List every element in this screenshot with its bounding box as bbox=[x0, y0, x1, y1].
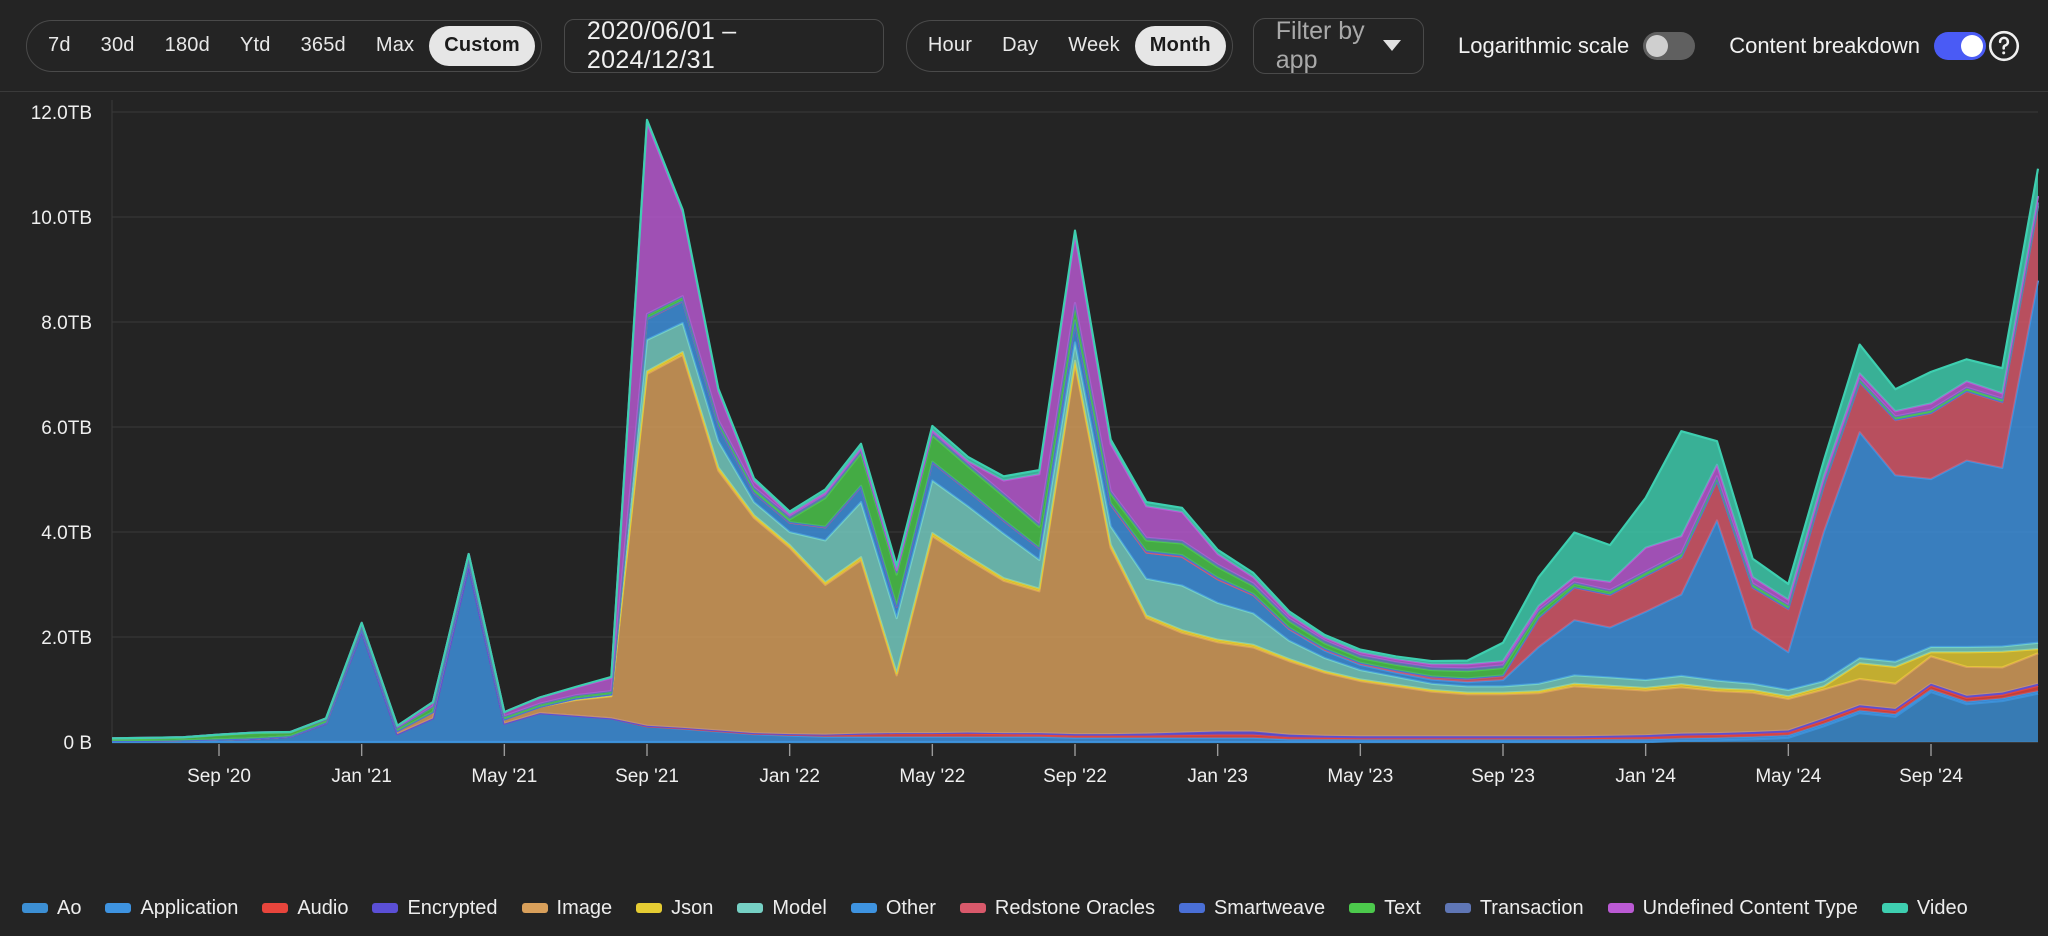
app-filter-select[interactable]: Filter by app bbox=[1253, 18, 1424, 74]
legend-item-label: Other bbox=[886, 897, 936, 920]
legend-item-label: Audio bbox=[297, 897, 348, 920]
date-range-input[interactable]: 2020/06/01 – 2024/12/31 bbox=[564, 19, 884, 73]
granularity-hour[interactable]: Hour bbox=[913, 26, 987, 66]
x-axis-tick-label: Sep '21 bbox=[615, 766, 679, 787]
legend-item-label: Smartweave bbox=[1214, 897, 1325, 920]
legend-item-smartweave[interactable]: Smartweave bbox=[1179, 897, 1325, 920]
granularity-day[interactable]: Day bbox=[987, 26, 1053, 66]
storage-area-chart[interactable]: 0 B 2.0TB 4.0TB 6.0TB 8.0TB 10.0TB 12.0TB Sep … bbox=[0, 92, 2048, 852]
legend-swatch-icon bbox=[960, 903, 986, 913]
legend-swatch-icon bbox=[522, 903, 548, 913]
x-axis-tick-label: May '24 bbox=[1755, 766, 1821, 787]
x-axis-tick-label: Sep '20 bbox=[187, 766, 251, 787]
chart-toolbar: 7d30d180dYtd365dMaxCustom 2020/06/01 – 2… bbox=[0, 0, 2048, 92]
range-preset-custom[interactable]: Custom bbox=[429, 26, 535, 66]
range-preset-30d[interactable]: 30d bbox=[86, 26, 150, 66]
legend-item-ao[interactable]: Ao bbox=[22, 897, 81, 920]
y-axis-tick-label: 8.0TB bbox=[41, 313, 92, 334]
x-axis-tick-label: May '22 bbox=[899, 766, 965, 787]
range-preset-max[interactable]: Max bbox=[361, 26, 429, 66]
legend-item-label: Redstone Oracles bbox=[995, 897, 1155, 920]
legend-item-encrypted[interactable]: Encrypted bbox=[372, 897, 497, 920]
date-range-value: 2020/06/01 – 2024/12/31 bbox=[587, 17, 861, 75]
x-axis-tick-label: Sep '24 bbox=[1899, 766, 1963, 787]
legend-swatch-icon bbox=[851, 903, 877, 913]
x-axis-tick-label: May '21 bbox=[471, 766, 537, 787]
legend-item-label: Text bbox=[1384, 897, 1421, 920]
legend-swatch-icon bbox=[372, 903, 398, 913]
y-axis-tick-label: 6.0TB bbox=[41, 418, 92, 439]
legend-item-audio[interactable]: Audio bbox=[262, 897, 348, 920]
legend-item-redstone-oracles[interactable]: Redstone Oracles bbox=[960, 897, 1155, 920]
granularity-group[interactable]: HourDayWeekMonth bbox=[906, 20, 1233, 72]
logarithmic-scale-label: Logarithmic scale bbox=[1458, 33, 1629, 59]
x-axis-tick-label: Jan '21 bbox=[331, 766, 392, 787]
legend-item-label: Undefined Content Type bbox=[1643, 897, 1858, 920]
legend-swatch-icon bbox=[1445, 903, 1471, 913]
y-axis-tick-label: 0 B bbox=[63, 733, 92, 754]
legend-swatch-icon bbox=[737, 903, 763, 913]
switch-knob bbox=[1646, 35, 1668, 57]
legend-swatch-icon bbox=[22, 903, 48, 913]
legend-swatch-icon bbox=[1349, 903, 1375, 913]
legend-swatch-icon bbox=[1179, 903, 1205, 913]
y-axis-tick-label: 2.0TB bbox=[41, 628, 92, 649]
legend-item-transaction[interactable]: Transaction bbox=[1445, 897, 1584, 920]
legend-item-label: Video bbox=[1917, 897, 1968, 920]
chevron-down-icon bbox=[1383, 40, 1401, 51]
chart-canvas: 0 B 2.0TB 4.0TB 6.0TB 8.0TB 10.0TB 12.0TB Sep … bbox=[0, 92, 2048, 852]
legend-item-undefined-content-type[interactable]: Undefined Content Type bbox=[1608, 897, 1858, 920]
content-breakdown-label: Content breakdown bbox=[1729, 33, 1920, 59]
legend-item-label: Ao bbox=[57, 897, 81, 920]
y-axis-tick-label: 4.0TB bbox=[41, 523, 92, 544]
y-axis-tick-label: 10.0TB bbox=[31, 208, 92, 229]
range-preset-ytd[interactable]: Ytd bbox=[225, 26, 286, 66]
legend-item-text[interactable]: Text bbox=[1349, 897, 1421, 920]
legend-item-image[interactable]: Image bbox=[522, 897, 613, 920]
content-breakdown-toggle-wrap: Content breakdown bbox=[1729, 32, 1986, 60]
legend-item-application[interactable]: Application bbox=[105, 897, 238, 920]
logarithmic-scale-toggle-wrap: Logarithmic scale bbox=[1458, 32, 1695, 60]
range-preset-180d[interactable]: 180d bbox=[150, 26, 225, 66]
y-axis-tick-label: 12.0TB bbox=[31, 103, 92, 124]
legend-swatch-icon bbox=[1882, 903, 1908, 913]
legend-swatch-icon bbox=[636, 903, 662, 913]
x-axis-tick-label: Jan '22 bbox=[759, 766, 820, 787]
legend-item-label: Encrypted bbox=[407, 897, 497, 920]
switch-knob bbox=[1961, 35, 1983, 57]
x-axis-ticks: Sep '20 Jan '21 May '21 Sep '21 Jan '22 May '… bbox=[187, 744, 1963, 787]
content-breakdown-switch[interactable] bbox=[1934, 32, 1986, 60]
x-axis-tick-label: Sep '22 bbox=[1043, 766, 1107, 787]
legend-item-json[interactable]: Json bbox=[636, 897, 713, 920]
chart-series-areas bbox=[112, 120, 2038, 742]
x-axis-tick-label: Jan '24 bbox=[1615, 766, 1676, 787]
legend-item-other[interactable]: Other bbox=[851, 897, 936, 920]
legend-item-label: Application bbox=[140, 897, 238, 920]
x-axis-tick-label: Jan '23 bbox=[1187, 766, 1248, 787]
granularity-week[interactable]: Week bbox=[1053, 26, 1135, 66]
granularity-month[interactable]: Month bbox=[1135, 26, 1226, 66]
logarithmic-scale-switch[interactable] bbox=[1643, 32, 1695, 60]
legend-swatch-icon bbox=[262, 903, 288, 913]
help-circle-icon[interactable] bbox=[1986, 26, 2022, 66]
legend-item-label: Json bbox=[671, 897, 713, 920]
legend-swatch-icon bbox=[105, 903, 131, 913]
legend-item-label: Model bbox=[772, 897, 826, 920]
legend-item-label: Image bbox=[557, 897, 613, 920]
range-preset-7d[interactable]: 7d bbox=[33, 26, 86, 66]
x-axis-tick-label: May '23 bbox=[1327, 766, 1393, 787]
range-preset-365d[interactable]: 365d bbox=[286, 26, 361, 66]
legend-item-model[interactable]: Model bbox=[737, 897, 826, 920]
time-range-preset-group[interactable]: 7d30d180dYtd365dMaxCustom bbox=[26, 20, 542, 72]
legend-item-video[interactable]: Video bbox=[1882, 897, 1968, 920]
legend-swatch-icon bbox=[1608, 903, 1634, 913]
x-axis-tick-label: Sep '23 bbox=[1471, 766, 1535, 787]
app-filter-placeholder: Filter by app bbox=[1276, 17, 1383, 75]
y-axis-ticks: 0 B 2.0TB 4.0TB 6.0TB 8.0TB 10.0TB 12.0TB bbox=[31, 103, 92, 754]
chart-legend[interactable]: Ao Application Audio Encrypted Image Json Mode… bbox=[0, 880, 2048, 936]
legend-item-label: Transaction bbox=[1480, 897, 1584, 920]
